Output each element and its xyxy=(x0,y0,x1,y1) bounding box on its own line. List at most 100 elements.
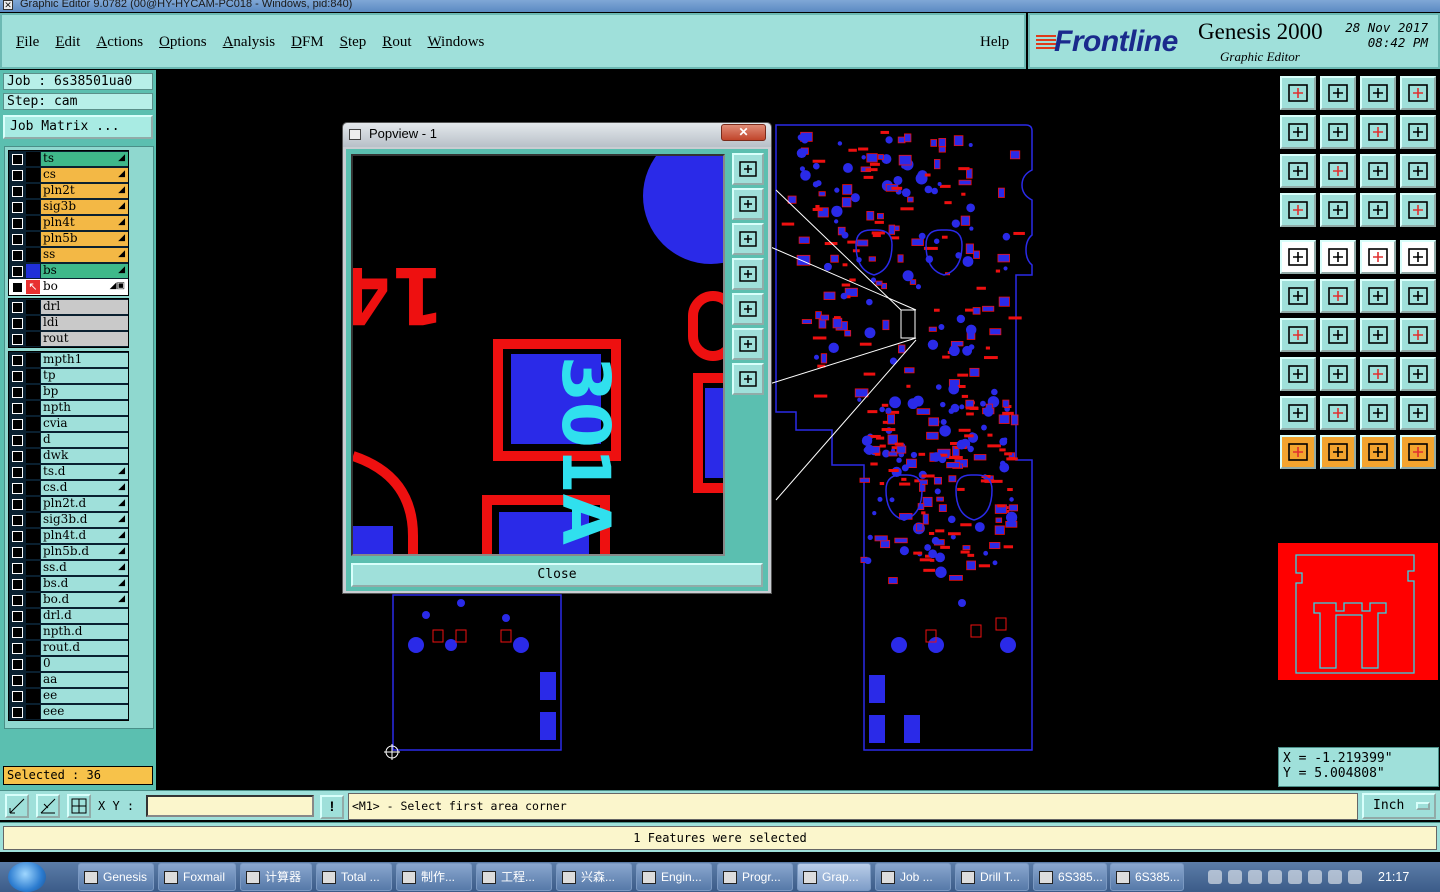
layer-color-swatch[interactable] xyxy=(26,433,40,447)
taskbar-item[interactable]: 6S385... xyxy=(1110,863,1184,891)
layer-color-swatch[interactable] xyxy=(26,385,40,399)
xy-input[interactable] xyxy=(146,795,314,817)
flip-icon[interactable] xyxy=(1400,318,1436,352)
layer-checkbox[interactable] xyxy=(12,690,23,702)
alert-icon[interactable]: ! xyxy=(320,795,344,819)
layer-checkbox[interactable] xyxy=(12,386,23,398)
popview-close-icon[interactable]: ✕ xyxy=(721,124,766,141)
layer-checkbox[interactable] xyxy=(12,514,23,526)
layer-color-swatch[interactable] xyxy=(26,417,40,431)
layer-row-0[interactable]: 0 xyxy=(9,656,128,672)
layer-name[interactable]: ss xyxy=(41,248,128,262)
layer-row-cs.d[interactable]: cs.d ◢ xyxy=(9,480,128,496)
layer-name[interactable]: ldi xyxy=(41,316,128,330)
layer-next-icon[interactable] xyxy=(1320,115,1356,149)
layer-checkbox[interactable] xyxy=(12,281,23,293)
layer-color-swatch[interactable] xyxy=(26,609,40,623)
line-draw-icon[interactable] xyxy=(1320,240,1356,274)
layer-name[interactable]: pln2t xyxy=(41,184,128,198)
house-icon[interactable] xyxy=(1360,76,1396,110)
layer-color-swatch[interactable] xyxy=(26,705,40,719)
arc-dir-icon[interactable] xyxy=(1400,279,1436,313)
cross-icon[interactable] xyxy=(1320,279,1356,313)
layer-row-pln4t[interactable]: pln4t ◢ xyxy=(9,215,128,231)
layer-name[interactable]: ee xyxy=(41,689,128,703)
layer-name[interactable]: ts xyxy=(41,152,128,166)
layer-row-bp[interactable]: bp xyxy=(9,384,128,400)
layer-color-swatch[interactable] xyxy=(26,465,40,479)
layer-row-bs.d[interactable]: bs.d ◢ xyxy=(9,576,128,592)
layer-color-swatch[interactable] xyxy=(26,449,40,463)
layer-color-swatch[interactable] xyxy=(26,593,40,607)
layer-prev-icon[interactable] xyxy=(1280,115,1316,149)
layer-color-swatch[interactable] xyxy=(26,481,40,495)
layer-checkbox[interactable] xyxy=(12,642,23,654)
layer-checkbox[interactable] xyxy=(12,249,23,261)
layer-color-swatch[interactable] xyxy=(26,369,40,383)
layer-name[interactable]: pln4t xyxy=(41,216,128,230)
step-io-icon[interactable] xyxy=(1360,115,1396,149)
layer-row-sig3b[interactable]: sig3b ◢ xyxy=(9,199,128,215)
menu-windows[interactable]: Windows xyxy=(427,34,484,51)
layer-checkbox[interactable] xyxy=(12,434,23,446)
layer-name[interactable]: pln2t.d xyxy=(41,497,128,511)
layer-name[interactable]: bo.d xyxy=(41,593,128,607)
popview-canvas[interactable]: 141 301A xyxy=(351,154,725,556)
layer-checkbox[interactable] xyxy=(12,185,23,197)
target-icon[interactable] xyxy=(1400,240,1436,274)
layer-color-swatch[interactable] xyxy=(26,168,40,182)
layer-name[interactable]: drl.d xyxy=(41,609,128,623)
layer-name[interactable]: pln5b.d xyxy=(41,545,128,559)
layer-checkbox[interactable] xyxy=(12,402,23,414)
layer-name[interactable]: bs xyxy=(41,264,128,278)
layer-name[interactable]: sig3b.d xyxy=(41,513,128,527)
layer-row-bs[interactable]: bs ◢ xyxy=(9,263,128,279)
layer-color-swatch[interactable] xyxy=(26,353,40,367)
layer-row-pln4t.d[interactable]: pln4t.d ◢ xyxy=(9,528,128,544)
layer-color-swatch[interactable] xyxy=(26,316,40,330)
layer-name[interactable]: aa xyxy=(41,673,128,687)
layer-checkbox[interactable] xyxy=(12,674,23,686)
layer-color-swatch[interactable] xyxy=(26,689,40,703)
tools-icon[interactable] xyxy=(1280,193,1316,227)
layer-checkbox[interactable] xyxy=(12,333,23,345)
taskbar-item[interactable]: Foxmail xyxy=(158,863,236,891)
taskbar-item[interactable]: 工程... xyxy=(476,863,552,891)
layer-color-swatch[interactable] xyxy=(26,625,40,639)
slant-icon[interactable] xyxy=(1320,318,1356,352)
layer-checkbox[interactable] xyxy=(12,626,23,638)
layer-color-swatch[interactable] xyxy=(26,216,40,230)
layer-checkbox[interactable] xyxy=(12,370,23,382)
scale-1-2-icon[interactable] xyxy=(1360,154,1396,188)
measure-box-icon[interactable] xyxy=(1360,357,1396,391)
triangle-a-icon[interactable] xyxy=(1280,396,1316,430)
layer-row-ss.d[interactable]: ss.d ◢ xyxy=(9,560,128,576)
ruler-icon[interactable] xyxy=(1360,240,1396,274)
menu-rout[interactable]: Rout xyxy=(382,34,411,51)
layer-checkbox[interactable] xyxy=(12,482,23,494)
layer-name[interactable]: cs xyxy=(41,168,128,182)
layer-name[interactable]: pln5b xyxy=(41,232,128,246)
layer-color-swatch[interactable] xyxy=(26,264,40,278)
measure-icon[interactable] xyxy=(36,794,60,818)
layer-name[interactable]: drl xyxy=(41,300,128,314)
help-icon[interactable] xyxy=(1400,154,1436,188)
home-up-icon[interactable] xyxy=(1280,76,1316,110)
zoom-fit-icon[interactable] xyxy=(732,328,764,360)
pad-edit-icon[interactable] xyxy=(1280,357,1316,391)
layer-name[interactable]: ts.d xyxy=(41,465,128,479)
layer-color-swatch[interactable] xyxy=(26,200,40,214)
layer-color-swatch[interactable] xyxy=(26,184,40,198)
menu-options[interactable]: Options xyxy=(159,34,207,51)
window-icon[interactable] xyxy=(1328,870,1342,884)
layer-color-swatch[interactable] xyxy=(26,657,40,671)
taskbar-item[interactable]: Total ... xyxy=(316,863,392,891)
layer-row-aa[interactable]: aa xyxy=(9,672,128,688)
layer-checkbox[interactable] xyxy=(12,233,23,245)
keyboard-icon[interactable] xyxy=(1208,870,1222,884)
layer-name[interactable]: npth.d xyxy=(41,625,128,639)
layer-row-ss[interactable]: ss ◢ xyxy=(9,247,128,263)
layer-row-pln2t[interactable]: pln2t ◢ xyxy=(9,183,128,199)
layer-checkbox[interactable] xyxy=(12,169,23,181)
layer-name[interactable]: mpth1 xyxy=(41,353,128,367)
